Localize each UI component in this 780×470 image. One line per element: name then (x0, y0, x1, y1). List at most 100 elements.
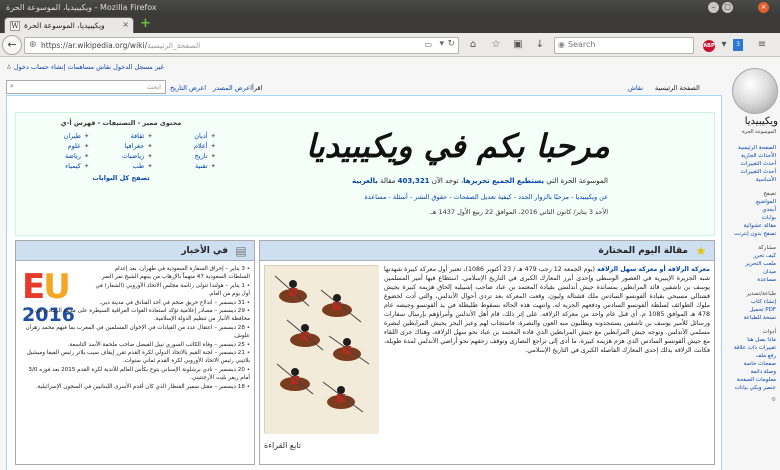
sidebar-item-help[interactable]: مساعدة (724, 276, 776, 284)
sidebar-item-wikidata[interactable]: عنصر ويكي بيانات (724, 384, 776, 392)
reload-icon[interactable]: ↻ (447, 39, 455, 49)
battle-illustration[interactable] (264, 265, 379, 434)
tab-main-page[interactable]: الصفحة الرئيسية (655, 80, 700, 96)
featured-article-link[interactable]: معركة الزلاقة أو معركة سهل الزلاقة (597, 266, 710, 273)
portal-aviation[interactable]: ✦طيران (26, 132, 90, 140)
tab-view-source[interactable]: اعرض المصدر (213, 80, 252, 96)
sidebar-item-sandbox[interactable]: ملعب التحرير (724, 260, 776, 268)
news-item[interactable]: • 18 ديسمبر – مقتل سمير القنطار الذي كان… (22, 383, 250, 391)
sidebar-item-download-pdf[interactable]: تحميل PDF (724, 306, 776, 314)
new-tab-plus-icon[interactable]: + (140, 17, 152, 30)
welcome-help-links[interactable]: عن ويكيبيديا - مرحبًا بالزوار الجدد - كي… (364, 193, 608, 201)
sidebar-item-page-info[interactable]: معلومات الصفحة (724, 376, 776, 384)
tagline-lang[interactable]: بالعربية (352, 177, 378, 185)
download-arrow-icon[interactable]: ↓ (534, 39, 546, 50)
wiki-search-box[interactable]: ⌕ ابحث (6, 80, 166, 94)
portal-history[interactable]: ✦تاريخ (153, 152, 216, 160)
browser-tab-wikipedia[interactable]: W ويكيبيديا، الموسوعة الحرة × (4, 17, 134, 33)
news-item[interactable]: • 29 ديسمبر – مصادر إعلامية تؤكد استعادة… (22, 307, 250, 324)
news-item[interactable]: • 3 يناير – إحراق السفارة السعودية في طه… (92, 265, 250, 282)
portal-icon: ✦ (147, 162, 153, 170)
sidebar-item-portals[interactable]: بوابات (724, 214, 776, 222)
news-item[interactable]: • 28 ديسمبر – اعتقال عدد من القيادات في … (22, 324, 250, 341)
portal-label: طب (132, 162, 145, 170)
sidebar-item-main[interactable]: الصفحة الرئيسية (724, 144, 776, 152)
portal-religions[interactable]: ✦أديان (153, 132, 216, 140)
globe-icon: ⊕ (29, 40, 37, 50)
news-item[interactable]: • 1 يناير – هولندا تتولى رئاسة مجلس الات… (92, 282, 250, 299)
news-item[interactable]: • 25 ديسمبر – وفاة الكاتب السوري نبيل ال… (22, 341, 250, 349)
minimize-button[interactable]: – (708, 2, 719, 13)
logo-wordmark: ويكيبيديا (744, 116, 778, 127)
sidebar-item-create-book[interactable]: إنشاء كتاب (724, 298, 776, 306)
sidebar-item-how-to-edit[interactable]: كيف تحرر (724, 252, 777, 260)
sidebar-item-forum[interactable]: ميدان (724, 268, 776, 276)
newspaper-icon: ▤ (235, 244, 247, 258)
portal-geography[interactable]: ✦جغرافيا (89, 142, 153, 150)
news-items: • 3 يناير – إحراق السفارة السعودية في طه… (22, 265, 250, 391)
window-titlebar: ويكيبيديا، الموسوعة الحرة - Mozilla Fire… (0, 0, 780, 15)
tab-close-icon[interactable]: × (122, 20, 129, 29)
article-count[interactable]: 403,321 (398, 177, 430, 185)
bookmark-star-icon[interactable]: ☆ (490, 39, 502, 50)
portal-label: جغرافيا (124, 142, 145, 150)
portal-label: كيمياء (65, 162, 81, 170)
tab-history[interactable]: اعرض التاريخ (170, 80, 206, 96)
portal-label: علوم (67, 142, 81, 150)
reader-view-icon[interactable]: ▭ (424, 40, 432, 49)
sidebar-item-recent-changes[interactable]: أحدث التغييرات (724, 160, 776, 168)
personal-links[interactable]: غير مسجل الدخول نقاش مساهمات إنشاء حساب … (14, 63, 164, 71)
portal-technology[interactable]: ✦تقنية (153, 162, 216, 170)
sidebar-item-permalink[interactable]: وصلة دائمة (724, 368, 776, 376)
addon-arrow-icon[interactable]: ▾ (718, 39, 730, 50)
portal-math[interactable]: ✦رياضيات (89, 152, 153, 160)
portal-icon: ✦ (210, 142, 216, 150)
portal-icon: ✦ (83, 132, 90, 140)
sidebar-item-topics[interactable]: المواضيع (724, 198, 776, 206)
portal-people[interactable]: ✦أعلام (153, 142, 216, 150)
sidebar-item-alphabetical[interactable]: أبجدي (724, 206, 776, 214)
portal-science[interactable]: ✦علوم (26, 142, 89, 150)
menu-hamburger-icon[interactable]: ≡ (756, 39, 768, 50)
sidebar-item-printable[interactable]: نسخة للطباعة (724, 314, 776, 322)
maximize-button[interactable]: □ (722, 2, 733, 13)
back-arrow-icon[interactable]: ← (2, 35, 22, 55)
sidebar-item-upload[interactable]: رفع ملف (724, 352, 776, 360)
in-the-news-box: ▤ في الأخبار EU 2016 • 3 يناير – إحراق ا… (15, 240, 255, 465)
tab-read[interactable]: اقرأ (252, 80, 262, 96)
portal-label: تاريخ (194, 152, 208, 160)
portal-medicine[interactable]: ✦طب (89, 162, 153, 170)
sidebar-item-related-changes[interactable]: تغييرات ذات علاقة (724, 344, 776, 352)
bookmarks-list-icon[interactable]: ▣ (512, 39, 524, 50)
search-input[interactable] (568, 40, 678, 49)
search-icon[interactable]: ⌕ (10, 82, 14, 91)
sidebar-item-offline[interactable]: تصفح بدون إنترنت (724, 230, 776, 238)
news-item[interactable]: • 21 ديسمبر – لجنة القيم بالاتحاد الدولي… (22, 349, 250, 366)
portal-culture[interactable]: ✦ثقافة (89, 132, 153, 140)
adblock-icon[interactable]: ABP (703, 40, 715, 52)
tab-talk[interactable]: نقاش (628, 80, 643, 96)
personal-tools[interactable]: ♙ غير مسجل الدخول نقاش مساهمات إنشاء حسا… (6, 63, 164, 71)
gear-icon[interactable]: ⚙ (724, 396, 776, 404)
sidebar-item-random[interactable]: مقالة عشوائية (724, 222, 776, 230)
home-icon[interactable]: ⌂ (467, 39, 479, 50)
wiki-search-placeholder: ابحث (146, 83, 161, 91)
portal-sports[interactable]: ✦رياضة (26, 152, 89, 160)
news-item[interactable]: • 31 ديسمبر – اندلاع حريق ضخم في أحد الف… (92, 299, 250, 307)
sidebar-item-special-pages[interactable]: صفحات خاصة (724, 360, 776, 368)
notification-badge[interactable]: 3 (733, 39, 743, 51)
portal-chemistry[interactable]: ✦كيمياء (26, 162, 89, 170)
sidebar-item-recent-core-changes[interactable]: أحدث التغييرات الأساسية (724, 168, 776, 184)
close-window-button[interactable]: × (758, 2, 769, 13)
continue-reading-link[interactable]: تابع القراءة (264, 441, 301, 450)
url-bar[interactable]: ⊕ https://ar.wikipedia.org/wiki/الصفحة_ا… (24, 37, 459, 54)
portals-title[interactable]: محتوى مميز - التصنيفات - فهرس أ-ي (26, 119, 216, 127)
tagline-link[interactable]: يستطيع الجميع تحريرها (463, 177, 544, 185)
news-item[interactable]: • 20 ديسمبر – نادي برشلونة الإسباني يتوج… (22, 366, 250, 383)
all-portals-link[interactable]: تصفح كل البوابات (26, 174, 216, 182)
sidebar-item-current-events[interactable]: الأحداث الجارية (724, 152, 776, 160)
sidebar-item-what-links[interactable]: ماذا يصل هنا (724, 336, 776, 344)
search-bar[interactable]: ◉ (554, 37, 694, 54)
wikipedia-logo[interactable]: ويكيبيديا الموسوعة الحرة (724, 66, 780, 135)
dropdown-arrow-icon[interactable]: ▾ (439, 39, 444, 49)
